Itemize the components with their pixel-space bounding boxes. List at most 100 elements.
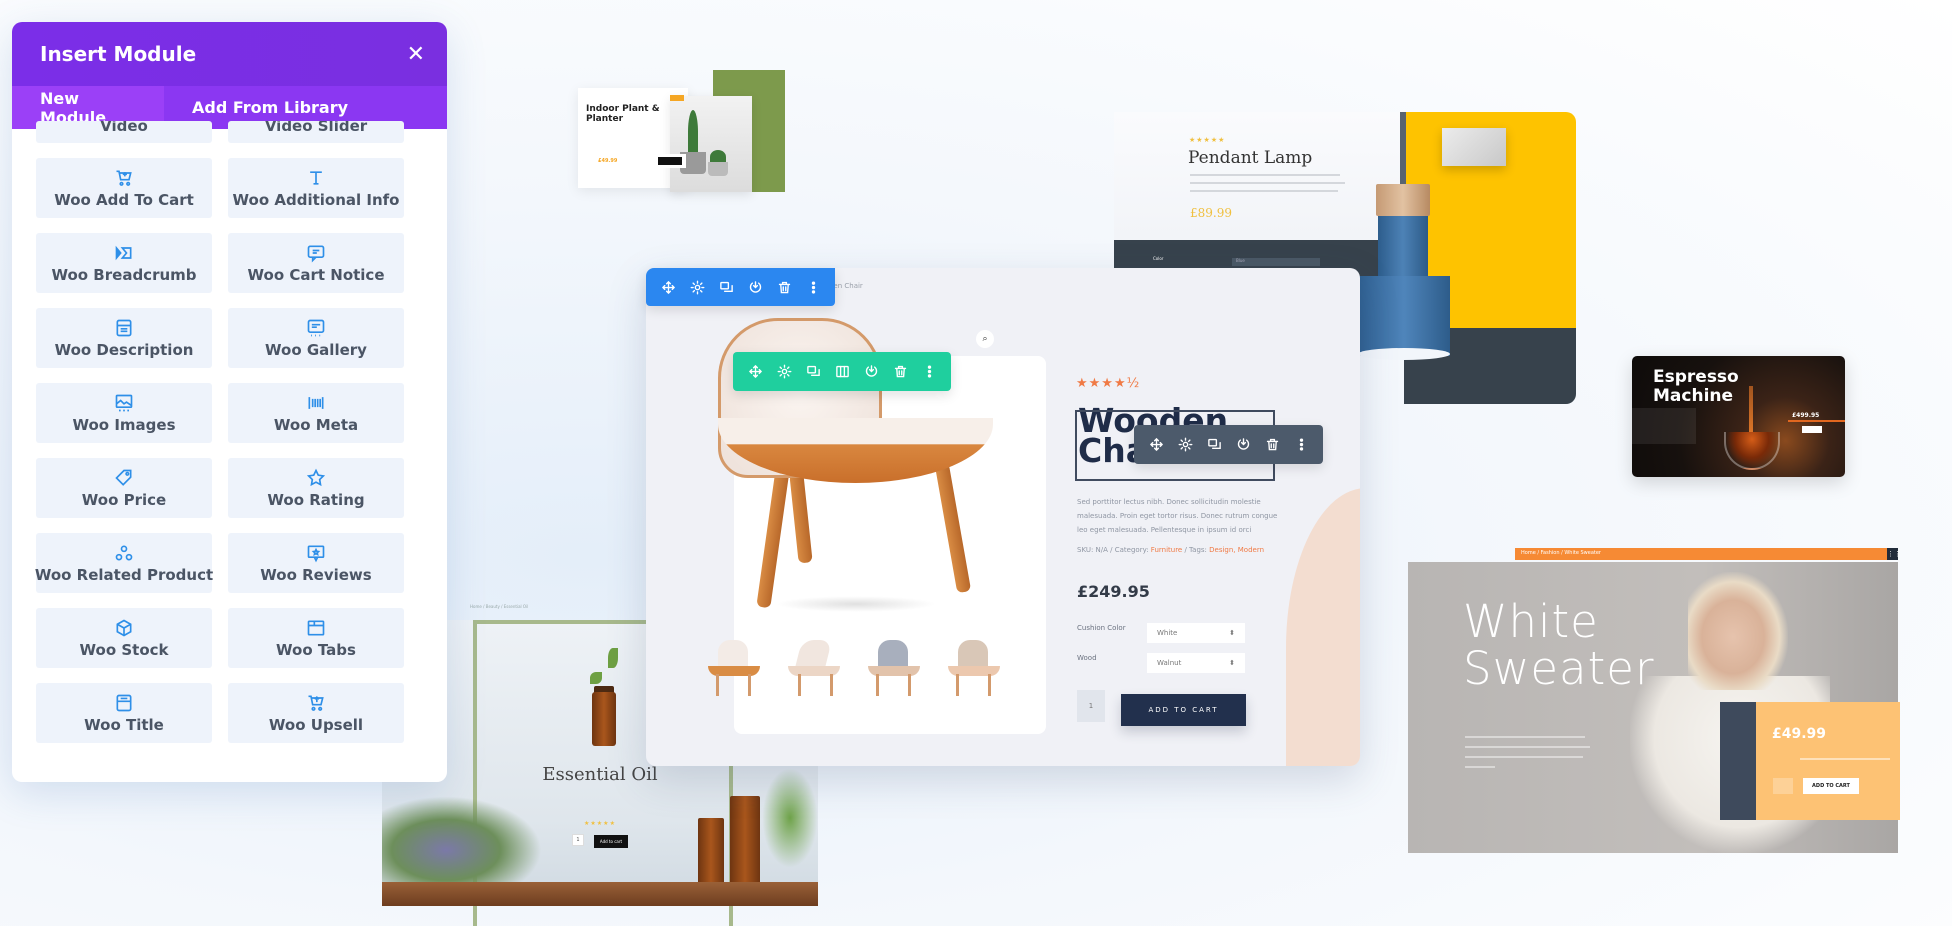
espresso-price: £499.95	[1792, 412, 1820, 419]
plant-title: Indoor Plant & Planter	[586, 104, 660, 125]
description-icon	[114, 318, 134, 338]
module-label: Woo Stock	[79, 640, 169, 659]
gallery-thumbnail[interactable]	[864, 636, 924, 700]
wooden-shelf	[382, 882, 818, 906]
sweater-buy-panel	[1756, 702, 1900, 820]
module-woo-gallery[interactable]: Woo Gallery	[228, 308, 404, 368]
module-woo-breadcrumb[interactable]: Woo Breadcrumb	[36, 233, 212, 293]
delete-icon[interactable]	[776, 279, 792, 295]
oil-jar	[698, 818, 724, 884]
module-video-slider[interactable]: Video Slider	[228, 121, 404, 143]
gallery-thumbnail[interactable]	[944, 636, 1004, 700]
zoom-icon[interactable]: ⌕	[976, 330, 994, 348]
module-woo-reviews[interactable]: Woo Reviews	[228, 533, 404, 593]
module-woo-title[interactable]: Woo Title	[36, 683, 212, 743]
tags-label: / Tags:	[1182, 546, 1210, 554]
gallery-thumbnail[interactable]	[704, 636, 764, 700]
module-woo-upsell[interactable]: Woo Upsell	[228, 683, 404, 743]
module-label: Woo Tabs	[276, 640, 356, 659]
lamp-color-label: Color	[1153, 256, 1164, 261]
module-label: Woo Additional Info	[232, 190, 400, 209]
oil-breadcrumb: Home / Beauty / Essential Oil	[470, 604, 529, 609]
review-icon	[306, 543, 326, 563]
sweater-desc-line	[1465, 736, 1585, 738]
lamp-price: £89.99	[1190, 206, 1232, 220]
sweater-dark-block	[1720, 702, 1756, 820]
quantity-input[interactable]: 1	[1077, 690, 1105, 722]
module-label: Woo Cart Notice	[247, 265, 385, 284]
more-icon[interactable]	[1293, 437, 1309, 453]
module-label: Woo Price	[81, 490, 167, 509]
product-description-line: Sed porttitor lectus nibh. Donec sollici…	[1077, 498, 1261, 506]
module-woo-add-to-cart[interactable]: Woo Add To Cart	[36, 158, 212, 218]
wood-select[interactable]: Walnut ⬍	[1147, 653, 1245, 673]
lamp-shade	[1358, 276, 1450, 356]
settings-icon[interactable]	[1177, 437, 1193, 453]
gallery-icon	[306, 318, 326, 338]
module-woo-images[interactable]: Woo Images	[36, 383, 212, 443]
duplicate-icon[interactable]	[718, 279, 734, 295]
lavender-image	[382, 796, 542, 886]
sweater-desc-line	[1465, 756, 1583, 758]
gallery-thumbnail[interactable]	[784, 636, 844, 700]
lamp-rim	[1358, 348, 1450, 360]
sale-badge	[670, 95, 684, 101]
module-video[interactable]: Video	[36, 121, 212, 143]
move-icon[interactable]	[660, 279, 676, 295]
cart-upsell-icon	[306, 693, 326, 713]
breadcrumb-icon	[114, 243, 134, 263]
save-icon[interactable]	[747, 279, 763, 295]
barcode-icon	[306, 393, 326, 413]
module-label: Woo Title	[84, 715, 164, 734]
module-woo-additional-info[interactable]: Woo Additional Info	[228, 158, 404, 218]
select-value: White	[1157, 629, 1178, 637]
sweater-title-line2: Sweater	[1463, 642, 1655, 696]
espresso-accent-line	[1788, 420, 1845, 422]
module-woo-rating[interactable]: Woo Rating	[228, 458, 404, 518]
section-toolbar	[646, 268, 835, 306]
columns-icon[interactable]	[834, 364, 850, 380]
select-value: Walnut	[1157, 659, 1182, 667]
grid-icon: ⋮⋮	[1887, 548, 1901, 560]
module-woo-tabs[interactable]: Woo Tabs	[228, 608, 404, 668]
settings-icon[interactable]	[776, 364, 792, 380]
module-woo-meta[interactable]: Woo Meta	[228, 383, 404, 443]
add-to-cart-button[interactable]: ADD TO CART	[1121, 694, 1246, 726]
duplicate-icon[interactable]	[1206, 437, 1222, 453]
oil-qty: 1	[572, 834, 584, 846]
more-icon[interactable]	[805, 279, 821, 295]
herb-image	[762, 768, 818, 868]
module-label: Woo Gallery	[265, 340, 367, 359]
delete-icon[interactable]	[892, 364, 908, 380]
plant-price: £49.99	[598, 158, 618, 164]
decorative-shape	[1286, 488, 1360, 766]
category-link[interactable]: Furniture	[1151, 546, 1182, 554]
cushion-color-select[interactable]: White ⬍	[1147, 623, 1245, 643]
cart-add-icon	[114, 168, 134, 188]
module-woo-related-product[interactable]: Woo Related Product	[35, 533, 213, 593]
move-icon[interactable]	[1148, 437, 1164, 453]
espresso-desc-panel	[1632, 408, 1696, 444]
save-icon[interactable]	[863, 364, 879, 380]
more-icon[interactable]	[921, 364, 937, 380]
module-woo-price[interactable]: Woo Price	[36, 458, 212, 518]
tag-icon	[114, 468, 134, 488]
tags-link[interactable]: Design, Modern	[1209, 546, 1264, 554]
settings-icon[interactable]	[689, 279, 705, 295]
close-icon[interactable]: ✕	[407, 42, 425, 67]
plant-image	[670, 96, 752, 192]
star-icon	[306, 468, 326, 488]
save-icon[interactable]	[1235, 437, 1251, 453]
product-meta: SKU: N/A / Category: Furniture / Tags: D…	[1077, 546, 1264, 554]
delete-icon[interactable]	[1264, 437, 1280, 453]
module-woo-stock[interactable]: Woo Stock	[36, 608, 212, 668]
espresso-add-button	[1802, 426, 1822, 433]
duplicate-icon[interactable]	[805, 364, 821, 380]
oil-jar	[730, 796, 760, 884]
module-woo-cart-notice[interactable]: Woo Cart Notice	[228, 233, 404, 293]
move-icon[interactable]	[747, 364, 763, 380]
module-woo-description[interactable]: Woo Description	[36, 308, 212, 368]
row-toolbar	[733, 352, 951, 391]
title-icon	[114, 693, 134, 713]
lamp-neck	[1378, 216, 1428, 276]
